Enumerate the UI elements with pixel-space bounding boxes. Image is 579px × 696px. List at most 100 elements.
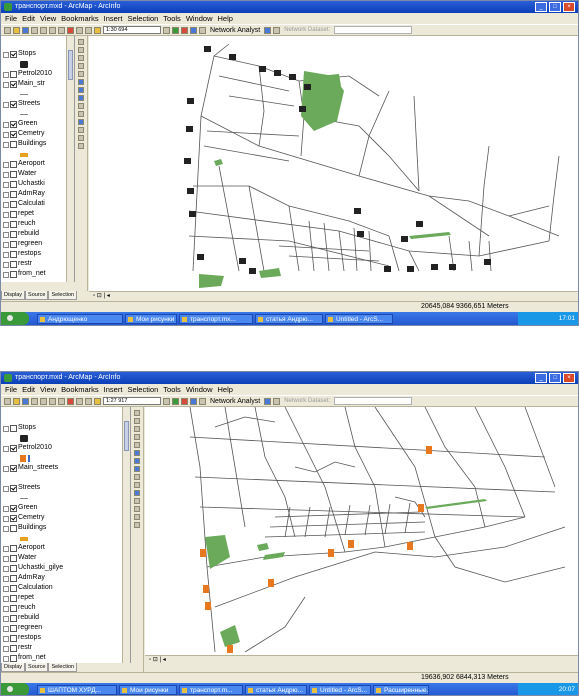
whats-this-icon[interactable]: [199, 397, 206, 405]
hyperlink-icon[interactable]: [134, 514, 140, 520]
toc-layer-admray[interactable]: AdmRay: [1, 573, 130, 583]
select-elements-icon[interactable]: [134, 482, 140, 488]
cut-icon[interactable]: [40, 397, 47, 405]
editor-icon[interactable]: [172, 26, 179, 34]
bus-stop-icon[interactable]: [186, 126, 193, 132]
layer-checkbox[interactable]: [10, 635, 17, 642]
back-icon[interactable]: [134, 458, 140, 464]
paste-icon[interactable]: [58, 26, 65, 34]
measure-icon[interactable]: [134, 506, 140, 512]
bus-stop-icon[interactable]: [304, 84, 311, 90]
add-data-icon[interactable]: [94, 397, 101, 405]
tab-display[interactable]: Display: [1, 291, 26, 300]
menu-selection[interactable]: Selection: [127, 384, 158, 395]
toc-layer-stops[interactable]: Stops: [1, 423, 130, 433]
layer-checkbox[interactable]: [10, 595, 17, 602]
expand-icon[interactable]: [3, 616, 9, 622]
menu-help[interactable]: Help: [218, 384, 233, 395]
solve-icon[interactable]: [273, 397, 281, 405]
layer-checkbox[interactable]: [10, 655, 17, 662]
expand-icon[interactable]: [3, 272, 9, 278]
taskbar-item[interactable]: Расширенные...: [373, 684, 429, 695]
whats-this-icon[interactable]: [199, 26, 206, 34]
menu-edit[interactable]: Edit: [22, 13, 35, 24]
fixed-zoom-out-icon[interactable]: [134, 434, 140, 440]
toc-layer-regreen[interactable]: regreen: [1, 623, 130, 633]
print-icon[interactable]: [31, 26, 38, 34]
menu-bookmarks[interactable]: Bookmarks: [61, 384, 99, 395]
open-icon[interactable]: [13, 397, 20, 405]
paste-icon[interactable]: [58, 397, 65, 405]
zoom-in-icon[interactable]: [78, 39, 84, 45]
command-line-icon[interactable]: [190, 397, 197, 405]
layer-checkbox[interactable]: [10, 171, 17, 178]
network-analyst-menu[interactable]: Network Analyst: [208, 398, 262, 405]
fuel-station-icon[interactable]: [328, 549, 334, 557]
menu-window[interactable]: Window: [186, 384, 213, 395]
hyperlink-icon[interactable]: [78, 143, 84, 149]
toc-layer-restops[interactable]: restops: [1, 633, 130, 643]
bus-stop-icon[interactable]: [401, 236, 408, 242]
map-scale-combo[interactable]: 1:30 694: [103, 26, 161, 34]
dropdown-icon[interactable]: [163, 397, 170, 405]
layer-checkbox[interactable]: [10, 231, 17, 238]
fuel-station-icon[interactable]: [200, 549, 206, 557]
start-button[interactable]: [1, 683, 29, 695]
layer-checkbox[interactable]: [10, 181, 17, 188]
layer-checkbox[interactable]: [10, 515, 17, 522]
layer-checkbox[interactable]: [10, 161, 17, 168]
menu-insert[interactable]: Insert: [104, 13, 123, 24]
expand-icon[interactable]: [3, 646, 9, 652]
expand-icon[interactable]: [3, 526, 9, 532]
tab-selection[interactable]: Selection: [48, 291, 78, 300]
layer-checkbox[interactable]: [10, 201, 17, 208]
layer-checkbox[interactable]: [10, 211, 17, 218]
fuel-station-icon[interactable]: [418, 504, 424, 512]
toc-layer-green[interactable]: Green: [1, 119, 74, 129]
toc-layer-reuch[interactable]: reuch: [1, 603, 130, 613]
toc-layer-cemetry[interactable]: Cemetry: [1, 129, 74, 139]
bus-stop-icon[interactable]: [239, 258, 246, 264]
bus-stop-icon[interactable]: [289, 74, 296, 80]
expand-icon[interactable]: [3, 262, 9, 268]
fuel-station-icon[interactable]: [348, 540, 354, 548]
expand-icon[interactable]: [3, 426, 9, 432]
toc-layer-restr[interactable]: restr: [1, 643, 130, 653]
toc-layer-aeroport[interactable]: Aeroport: [1, 543, 130, 553]
tab-source[interactable]: Source: [25, 663, 49, 672]
minimize-button[interactable]: _: [535, 2, 547, 12]
map-canvas[interactable]: [145, 407, 578, 655]
back-icon[interactable]: [78, 87, 84, 93]
layer-checkbox[interactable]: [10, 141, 17, 148]
expand-icon[interactable]: [3, 636, 9, 642]
undo-icon[interactable]: [76, 397, 83, 405]
menu-tools[interactable]: Tools: [163, 13, 181, 24]
maximize-button[interactable]: □: [549, 2, 561, 12]
dropdown-icon[interactable]: [163, 26, 170, 34]
toc-layer-rebuild[interactable]: rebuild: [1, 613, 130, 623]
open-icon[interactable]: [13, 26, 20, 34]
network-window-icon[interactable]: [264, 397, 272, 405]
fuel-station-icon[interactable]: [426, 446, 432, 454]
layer-checkbox[interactable]: [10, 605, 17, 612]
bus-stop-icon[interactable]: [187, 98, 194, 104]
taskbar-item[interactable]: Мои рисунки: [125, 313, 177, 324]
redo-icon[interactable]: [85, 26, 92, 34]
bus-stop-icon[interactable]: [384, 266, 391, 272]
map-scale-combo[interactable]: 1:27 917: [103, 397, 161, 405]
measure-icon[interactable]: [78, 135, 84, 141]
layer-checkbox[interactable]: [10, 645, 17, 652]
expand-icon[interactable]: [3, 132, 9, 138]
fixed-zoom-out-icon[interactable]: [78, 63, 84, 69]
menu-file[interactable]: File: [5, 384, 17, 395]
layer-checkbox[interactable]: [10, 51, 17, 58]
expand-icon[interactable]: [3, 596, 9, 602]
layer-checkbox[interactable]: [10, 241, 17, 248]
toc-layer-from-net[interactable]: from_net: [1, 269, 74, 279]
layer-checkbox[interactable]: [10, 425, 17, 432]
cut-icon[interactable]: [40, 26, 47, 34]
zoom-out-icon[interactable]: [78, 47, 84, 53]
toc-layer-uchastki[interactable]: Uchastki: [1, 179, 74, 189]
expand-icon[interactable]: [3, 446, 9, 452]
map-canvas[interactable]: [89, 36, 578, 291]
